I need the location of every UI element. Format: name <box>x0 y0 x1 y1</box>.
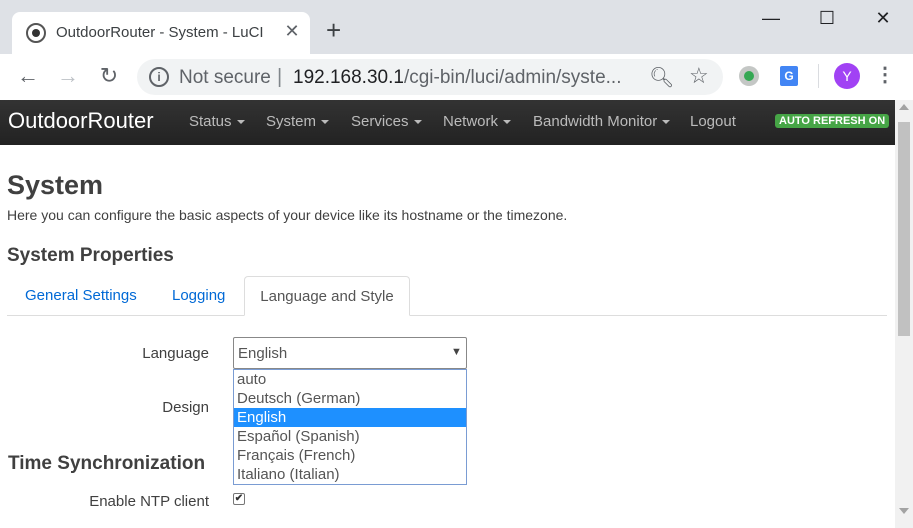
url-text[interactable]: 192.168.30.1/cgi-bin/luci/admin/syste... <box>293 67 621 89</box>
language-select-value: English <box>238 345 288 362</box>
caret-down-icon <box>413 120 422 125</box>
zoom-icon[interactable]: 🔍︎ <box>649 65 674 90</box>
tab-language-and-style[interactable]: Language and Style <box>244 276 410 316</box>
minimize-icon[interactable]: — <box>756 8 786 29</box>
language-option[interactable]: Español (Spanish) <box>234 427 466 446</box>
language-option-selected[interactable]: English <box>234 408 466 427</box>
forward-icon[interactable]: → <box>54 63 82 89</box>
section-title-system-properties: System Properties <box>7 245 174 266</box>
auto-refresh-badge[interactable]: AUTO REFRESH ON <box>775 114 890 128</box>
ntp-checkbox[interactable]: ✔ <box>233 493 245 505</box>
url-path: /cgi-bin/luci/admin/syste... <box>403 67 622 88</box>
menu-network[interactable]: Network <box>443 113 512 130</box>
profile-avatar[interactable]: Y <box>834 63 860 89</box>
router-navbar: OutdoorRouter Status System Services Net… <box>0 100 895 145</box>
scroll-up-icon[interactable] <box>899 104 909 110</box>
caret-down-icon <box>503 120 512 125</box>
extension-status-icon[interactable] <box>739 66 759 86</box>
info-icon[interactable]: i <box>149 67 169 87</box>
page-viewport: OutdoorRouter Status System Services Net… <box>0 100 895 528</box>
tab-general-settings[interactable]: General Settings <box>25 276 137 316</box>
back-icon[interactable]: ← <box>14 63 42 89</box>
menu-services[interactable]: Services <box>351 113 422 130</box>
menu-status[interactable]: Status <box>189 113 245 130</box>
tab-title: OutdoorRouter - System - LuCI <box>56 24 264 41</box>
address-bar[interactable]: i Not secure | 192.168.30.1/cgi-bin/luci… <box>137 59 723 95</box>
favicon-icon <box>26 23 46 43</box>
browser-tab-strip: OutdoorRouter - System - LuCI ✕ + — ☐ ✕ <box>0 0 913 54</box>
page-description: Here you can configure the basic aspects… <box>7 207 568 223</box>
caret-down-icon <box>662 120 671 125</box>
menu-label: System <box>266 113 317 130</box>
page-title: System <box>7 170 104 200</box>
reload-icon[interactable]: ↻ <box>95 63 123 89</box>
browser-tab[interactable]: OutdoorRouter - System - LuCI ✕ <box>12 12 310 54</box>
window-close-icon[interactable]: ✕ <box>868 8 898 29</box>
tabs-divider <box>7 315 887 316</box>
caret-down-icon <box>236 120 245 125</box>
maximize-icon[interactable]: ☐ <box>812 8 842 29</box>
brand-link[interactable]: OutdoorRouter <box>8 108 154 134</box>
tab-close-icon[interactable]: ✕ <box>282 21 302 42</box>
caret-down-icon <box>321 120 330 125</box>
url-separator: | <box>277 66 283 88</box>
design-label: Design <box>162 399 209 416</box>
new-tab-icon[interactable]: + <box>326 17 341 43</box>
ntp-label: Enable NTP client <box>89 493 209 510</box>
chrome-menu-icon[interactable]: ⋮ <box>875 62 895 87</box>
dropdown-arrow-icon: ▼ <box>451 346 462 358</box>
security-label: Not secure <box>179 67 271 88</box>
language-option[interactable]: Italiano (Italian) <box>234 465 466 484</box>
language-option[interactable]: auto <box>234 370 466 389</box>
menu-label: Status <box>189 113 232 130</box>
section-title-time-sync: Time Synchronization <box>8 453 206 474</box>
page-scrollbar[interactable] <box>895 100 913 528</box>
menu-label: Network <box>443 113 499 130</box>
bookmark-star-icon[interactable]: ☆ <box>689 63 709 89</box>
url-host: 192.168.30.1 <box>293 67 404 88</box>
toolbar-divider <box>818 64 819 88</box>
menu-bandwidth-monitor[interactable]: Bandwidth Monitor <box>533 113 671 130</box>
menu-system[interactable]: System <box>266 113 330 130</box>
tab-logging[interactable]: Logging <box>172 276 225 316</box>
language-select[interactable]: English ▼ <box>233 337 467 369</box>
menu-logout[interactable]: Logout <box>690 113 736 130</box>
menu-label: Services <box>351 113 409 130</box>
scroll-down-icon[interactable] <box>899 508 909 514</box>
menu-label: Bandwidth Monitor <box>533 113 658 130</box>
browser-toolbar: ← → ↻ i Not secure | 192.168.30.1/cgi-bi… <box>0 54 913 100</box>
scroll-thumb[interactable] <box>898 122 910 336</box>
language-option[interactable]: Deutsch (German) <box>234 389 466 408</box>
translate-icon[interactable]: G <box>780 66 798 86</box>
language-label: Language <box>142 345 209 362</box>
language-option[interactable]: Français (French) <box>234 446 466 465</box>
language-dropdown-list: auto Deutsch (German) English Español (S… <box>233 369 467 485</box>
